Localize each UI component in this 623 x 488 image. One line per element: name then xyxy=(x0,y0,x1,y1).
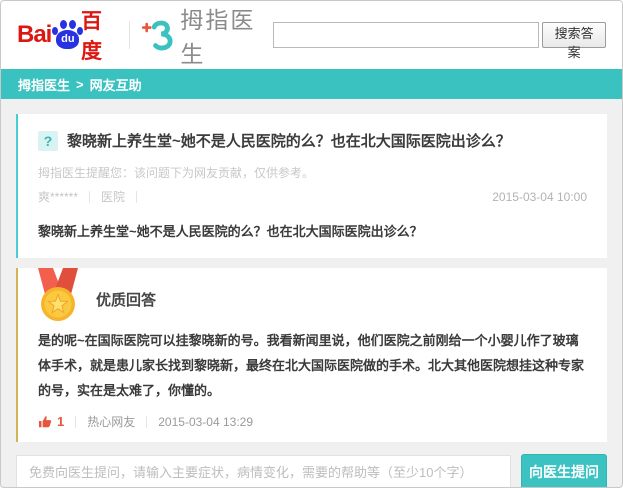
product-logo[interactable]: 拇指医生 xyxy=(141,1,273,69)
best-answer-label: 优质回答 xyxy=(96,289,156,310)
question-title: 黎晓新上养生堂~她不是人民医院的么？也在北大国际医院出诊么？ xyxy=(67,130,511,151)
page: Bai du 百度 拇指医生 搜索答案 拇指医生 > 网友互助 xyxy=(0,0,623,488)
ask-doctor-button[interactable]: 向医生提问 xyxy=(521,454,607,488)
baidu-logo-bai: Bai xyxy=(17,21,51,49)
content: ? 黎晓新上养生堂~她不是人民医院的么？也在北大国际医院出诊么？ 拇指医生提醒您… xyxy=(1,99,622,488)
breadcrumb-current: 网友互助 xyxy=(90,75,142,94)
medal-icon xyxy=(34,268,82,322)
baidu-paw-icon: du xyxy=(52,20,80,51)
breadcrumb-separator: > xyxy=(76,77,84,92)
header: Bai du 百度 拇指医生 搜索答案 xyxy=(1,1,622,69)
meta-divider xyxy=(136,191,137,203)
breadcrumb: 拇指医生 > 网友互助 xyxy=(1,69,622,99)
baidu-logo-cn: 百度 xyxy=(81,5,120,65)
answer-body: 是的呢~在国际医院可以挂黎晓新的号。我看新闻里说，他们医院之前刚给一个小婴儿作了… xyxy=(38,328,587,403)
meta-divider xyxy=(146,416,147,428)
question-username: 爽****** xyxy=(38,188,78,205)
thumb-doctor-icon xyxy=(141,18,176,52)
answer-card: 优质回答 是的呢~在国际医院可以挂黎晓新的号。我看新闻里说，他们医院之前刚给一个… xyxy=(16,268,607,442)
question-body: 黎晓新上养生堂~她不是人民医院的么？也在北大国际医院出诊么？ xyxy=(38,221,587,240)
like-count: 1 xyxy=(57,414,64,429)
meta-divider xyxy=(75,416,76,428)
search-box: 搜索答案 xyxy=(273,22,606,48)
question-card: ? 黎晓新上养生堂~她不是人民医院的么？也在北大国际医院出诊么？ 拇指医生提醒您… xyxy=(16,114,607,258)
question-notice: 拇指医生提醒您：该问题下为网友贡献，仅供参考。 xyxy=(38,164,587,181)
meta-divider xyxy=(89,191,90,203)
breadcrumb-home[interactable]: 拇指医生 xyxy=(18,75,70,94)
question-title-row: ? 黎晓新上养生堂~她不是人民医院的么？也在北大国际医院出诊么？ xyxy=(38,130,587,151)
baidu-logo[interactable]: Bai du 百度 xyxy=(17,5,120,65)
search-input[interactable] xyxy=(273,22,539,48)
answer-author: 热心网友 xyxy=(87,413,135,430)
search-answers-button[interactable]: 搜索答案 xyxy=(542,22,606,48)
answer-header: 优质回答 xyxy=(38,268,587,320)
ask-question-input[interactable] xyxy=(16,455,511,488)
thumb-up-icon xyxy=(38,415,52,428)
ask-doctor-bar: 向医生提问 xyxy=(16,454,607,488)
product-name: 拇指医生 xyxy=(180,1,273,69)
baidu-logo-du: du xyxy=(56,30,79,49)
answer-timestamp: 2015-03-04 13:29 xyxy=(158,415,253,429)
question-icon: ? xyxy=(38,131,58,151)
header-divider xyxy=(129,21,130,49)
question-timestamp: 2015-03-04 10:00 xyxy=(492,190,587,204)
question-category[interactable]: 医院 xyxy=(101,188,125,205)
answer-meta-row: 1 热心网友 2015-03-04 13:29 xyxy=(38,413,587,430)
question-meta-row: 爽****** 医院 2015-03-04 10:00 xyxy=(38,188,587,205)
like-button[interactable]: 1 xyxy=(38,414,64,429)
